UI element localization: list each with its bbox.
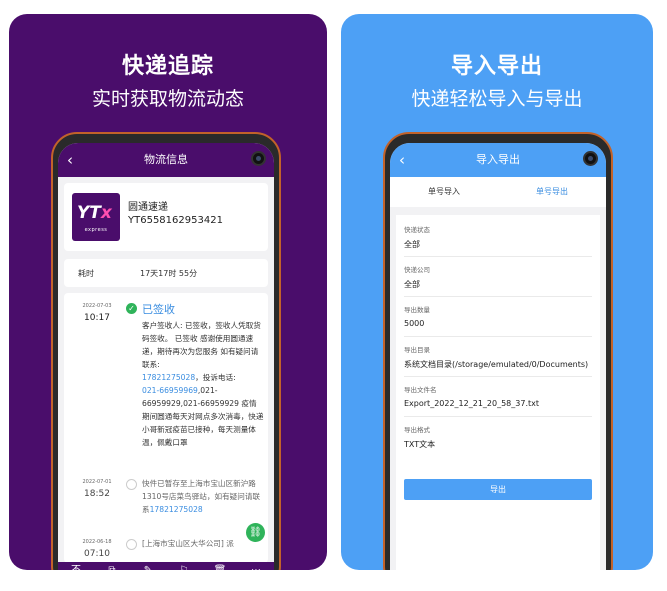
back-icon[interactable]: ‹ — [67, 143, 73, 177]
event-description: 客户签收人: 已签收，签收人凭取货码签收。 已签收 感谢使用圆通速递，期待再次为… — [142, 321, 264, 447]
more-icon: ⋯ — [238, 564, 274, 570]
courier-card[interactable]: YTx express 圆通速递 YT6558162953421 — [64, 183, 268, 251]
link-fab-icon[interactable]: ⛓ — [246, 523, 265, 542]
headline: 快递追踪 — [121, 54, 214, 79]
back-icon[interactable]: ‹ — [399, 143, 405, 177]
screen-title: 物流信息 — [144, 153, 188, 166]
event-description: 快件已暂存至上海市宝山区新沪路1310号店菜鸟驿站，如有疑问请联系1782127… — [142, 479, 261, 514]
phone-link[interactable]: 17821275028 — [150, 505, 203, 514]
phone-link[interactable]: 17821275028 — [142, 373, 195, 382]
tracking-timeline: 2022-07-03 10:17 ✓ 已签收 客户签收人: 已签收，签收人凭取货… — [64, 293, 268, 563]
camera-icon — [251, 151, 266, 166]
subheadline: 实时获取物流动态 — [91, 88, 244, 110]
promo-panel-import-export: 导入导出 快递轻松导入与导出 ‹ 导入导出 单号导入 单号导出 快递状态 全部 … — [341, 14, 653, 570]
phone-screen: ‹ 物流信息 YTx express 圆通速递 YT6558162953421 … — [58, 143, 274, 570]
status-text: 已签收 — [142, 303, 175, 316]
pin-button[interactable]: 不置顶 — [58, 562, 94, 570]
pending-dot-icon — [126, 479, 137, 490]
pin-icon: 不 — [58, 564, 94, 570]
tab-bar: 单号导入 单号导出 — [390, 177, 606, 207]
status-select[interactable]: 快递状态 全部 — [404, 219, 592, 257]
delete-button[interactable]: 🗑删除 — [202, 562, 238, 570]
courier-name: 圆通速递 — [128, 202, 168, 213]
directory-field[interactable]: 导出目录 系统文档目录(/storage/emulated/0/Document… — [404, 339, 592, 377]
edit-icon: ✎ — [130, 564, 166, 570]
trash-icon: 🗑 — [202, 564, 238, 570]
elapsed-value: 17天17时 55分 — [140, 269, 198, 278]
tab-import[interactable]: 单号导入 — [390, 177, 498, 207]
note-button[interactable]: ✎备注 — [130, 562, 166, 570]
elapsed-row: 耗时 17天17时 55分 — [64, 259, 268, 287]
event-description: [上海市宝山区大华公司] 派 — [142, 539, 234, 548]
top-bar: ‹ 物流信息 — [58, 143, 274, 177]
bottom-action-bar: 不置顶 ⧉复制 ✎备注 ⚐标记 🗑删除 ⋯更多 — [58, 562, 274, 570]
pending-dot-icon — [126, 539, 137, 550]
copy-icon: ⧉ — [94, 564, 130, 570]
tab-export[interactable]: 单号导出 — [498, 177, 606, 207]
camera-icon — [583, 151, 598, 166]
screen-title: 导入导出 — [476, 153, 520, 166]
phone-frame: ‹ 物流信息 YTx express 圆通速递 YT6558162953421 … — [51, 132, 281, 570]
flag-icon: ⚐ — [166, 564, 202, 570]
phone-link[interactable]: 021-66959969 — [142, 386, 198, 395]
phone-frame: ‹ 导入导出 单号导入 单号导出 快递状态 全部 快递公司 全部 导出数量 50… — [383, 132, 613, 570]
subheadline: 快递轻松导入与导出 — [411, 88, 583, 110]
quantity-field[interactable]: 导出数量 5000 — [404, 299, 592, 337]
headline: 导入导出 — [450, 54, 543, 79]
top-bar: ‹ 导入导出 — [390, 143, 606, 177]
courier-logo: YTx express — [72, 193, 120, 241]
flag-button[interactable]: ⚐标记 — [166, 562, 202, 570]
courier-select[interactable]: 快递公司 全部 — [404, 259, 592, 297]
filename-field[interactable]: 导出文件名 Export_2022_12_21_20_58_37.txt — [404, 379, 592, 417]
format-select[interactable]: 导出格式 TXT文本 — [404, 419, 592, 457]
export-form: 快递状态 全部 快递公司 全部 导出数量 5000 导出目录 系统文档目录(/s… — [396, 215, 600, 570]
check-icon: ✓ — [126, 303, 137, 314]
tracking-number[interactable]: YT6558162953421 — [128, 215, 223, 226]
phone-screen: ‹ 导入导出 单号导入 单号导出 快递状态 全部 快递公司 全部 导出数量 50… — [390, 143, 606, 570]
promo-panel-tracking: 快递追踪 实时获取物流动态 ‹ 物流信息 YTx express 圆通速递 YT… — [9, 14, 327, 570]
elapsed-label: 耗时 — [78, 269, 94, 278]
more-button[interactable]: ⋯更多 — [238, 562, 274, 570]
export-button[interactable]: 导出 — [404, 479, 592, 500]
copy-button[interactable]: ⧉复制 — [94, 562, 130, 570]
